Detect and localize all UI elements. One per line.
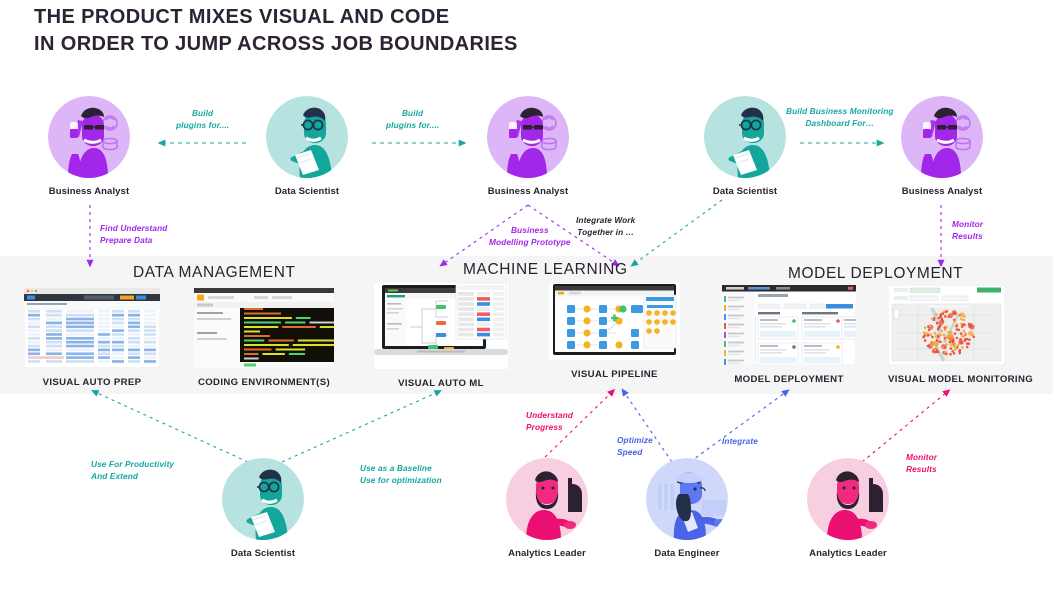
connector-label-10: Optimize Speed (617, 435, 653, 457)
connector-label-8: Use as a Baseline Use for optimization (360, 463, 442, 485)
product-screenshot-table (24, 288, 160, 368)
connector-label-6: Monitor Results (952, 219, 984, 241)
product-map[interactable]: VISUAL MODEL MONITORING (888, 285, 1034, 385)
persona-avatar-data-scientist-icon (704, 96, 786, 178)
persona-label: Data Scientist (712, 186, 778, 197)
persona-avatar-data-engineer-icon (646, 458, 728, 540)
connector-label-4: Business Modelling Prototype (489, 225, 571, 247)
connector-label-9: Understand Progress (526, 410, 574, 432)
persona-avatar-analytics-leader-icon (506, 458, 588, 540)
persona-label: Data Scientist (274, 186, 340, 197)
product-screenshot-pipeline (549, 283, 680, 360)
persona-avatar-analytics-leader-icon (807, 458, 889, 540)
product-caption: VISUAL AUTO PREP (42, 377, 142, 388)
persona-label: Analytics Leader (809, 548, 887, 559)
connector-label-1: Build plugins for.... (386, 108, 440, 130)
persona-avatar-data-scientist-icon (266, 96, 348, 178)
section-title-2: MODEL DEPLOYMENT (788, 265, 964, 282)
product-screenshot-map (888, 285, 1005, 365)
persona-label: Business Analyst (487, 186, 569, 197)
persona-avatar-business-analyst-icon (48, 96, 130, 178)
persona-business-analyst[interactable]: Business Analyst (901, 96, 983, 197)
connector-label-5: Integrate Work Together in … (576, 215, 636, 237)
product-screenshot-board (722, 285, 856, 365)
persona-analytics-leader[interactable]: Analytics Leader (506, 458, 588, 559)
product-laptop[interactable]: VISUAL AUTO ML (374, 283, 508, 389)
persona-data-scientist[interactable]: Data Scientist (266, 96, 348, 197)
persona-business-analyst[interactable]: Business Analyst (487, 96, 569, 197)
persona-analytics-leader[interactable]: Analytics Leader (807, 458, 889, 559)
persona-data-engineer[interactable]: Data Engineer (646, 458, 728, 559)
product-caption: VISUAL AUTO ML (398, 378, 484, 389)
product-caption: MODEL DEPLOYMENT (734, 374, 844, 385)
product-screenshot-code (194, 288, 334, 368)
persona-label: Data Scientist (230, 548, 296, 559)
product-board[interactable]: MODEL DEPLOYMENT (722, 285, 856, 385)
product-screenshot-laptop (374, 283, 508, 369)
connector-label-11: Integrate (722, 436, 758, 446)
connector-label-2: Build Business Monitoring Dashboard For… (786, 106, 894, 128)
persona-data-scientist[interactable]: Data Scientist (222, 458, 304, 559)
persona-label: Analytics Leader (508, 548, 586, 559)
section-title-1: MACHINE LEARNING (463, 261, 628, 278)
persona-avatar-data-scientist-icon (222, 458, 304, 540)
connector-label-0: Build plugins for.... (176, 108, 230, 130)
persona-business-analyst[interactable]: Business Analyst (48, 96, 130, 197)
connector-label-3: Find Understand Prepare Data (100, 223, 168, 245)
persona-label: Business Analyst (901, 186, 983, 197)
persona-avatar-business-analyst-icon (901, 96, 983, 178)
persona-label: Business Analyst (48, 186, 130, 197)
product-code[interactable]: CODING ENVIRONMENT(S) (194, 288, 334, 388)
diagram-canvas: THE PRODUCT MIXES VISUAL AND CODE IN ORD… (0, 0, 1053, 590)
connector-label-12: Monitor Results (906, 452, 938, 474)
product-caption: VISUAL PIPELINE (571, 369, 658, 380)
persona-avatar-business-analyst-icon (487, 96, 569, 178)
product-pipeline[interactable]: VISUAL PIPELINE (549, 283, 680, 380)
product-caption: CODING ENVIRONMENT(S) (197, 377, 331, 388)
connector-label-7: Use For Productivity And Extend (91, 459, 175, 481)
persona-data-scientist[interactable]: Data Scientist (704, 96, 786, 197)
page-title: THE PRODUCT MIXES VISUAL AND CODE IN ORD… (34, 6, 518, 55)
section-title-0: DATA MANAGEMENT (133, 264, 296, 281)
product-caption: VISUAL MODEL MONITORING (888, 374, 1034, 385)
persona-label: Data Engineer (654, 548, 720, 559)
product-table[interactable]: VISUAL AUTO PREP (24, 288, 160, 388)
